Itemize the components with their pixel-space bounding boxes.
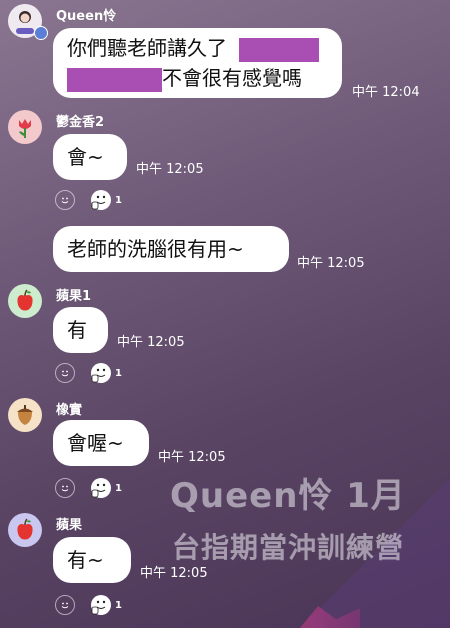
thumbs-up-sticker-icon[interactable] — [90, 477, 112, 499]
message-text: 不會很有感覺嗎 — [162, 66, 302, 90]
add-reaction-icon[interactable] — [55, 595, 75, 615]
watermark-line2: 台指期當沖訓練營 — [172, 531, 405, 564]
thumbs-up-sticker-icon[interactable] — [90, 594, 112, 616]
watermark-line1: Queen怜 1月 — [170, 476, 406, 516]
message-time: 中午 12:05 — [136, 162, 204, 177]
apple-avatar[interactable] — [8, 284, 42, 318]
message-time: 中午 12:05 — [117, 335, 185, 350]
sender-name: 鬱金香2 — [56, 115, 105, 130]
message-text: 老師的洗腦很有用~ — [67, 237, 244, 261]
apple-icon — [17, 289, 33, 311]
crown-badge-icon — [34, 26, 48, 40]
message-text: 有 — [67, 318, 87, 342]
acorn-avatar[interactable] — [8, 398, 42, 432]
add-reaction-icon[interactable] — [55, 190, 75, 210]
reaction-count: 1 — [115, 195, 122, 206]
reaction-count: 1 — [115, 483, 122, 494]
message-bubble[interactable]: 你們聽老師講久了 不會很有感覺嗎 — [53, 28, 342, 98]
redacted-block — [67, 67, 162, 92]
redacted-block — [239, 37, 319, 62]
add-reaction-icon[interactable] — [55, 478, 75, 498]
message-bubble[interactable]: 有~ — [53, 537, 131, 583]
thumbs-up-sticker-icon[interactable] — [90, 362, 112, 384]
sender-name: 橡實 — [56, 403, 83, 418]
tulip-icon — [19, 119, 31, 138]
message-time: 中午 12:04 — [352, 85, 420, 100]
add-reaction-icon[interactable] — [55, 363, 75, 383]
apple-avatar[interactable] — [8, 513, 42, 547]
reaction-count: 1 — [115, 368, 122, 379]
message-text: 你們聽老師講久了 — [67, 36, 227, 60]
sender-name: 蘋果1 — [56, 289, 92, 304]
message-bubble[interactable]: 有 — [53, 307, 108, 353]
message-text: 會喔~ — [67, 431, 124, 455]
tulip-avatar[interactable] — [8, 110, 42, 144]
message-bubble[interactable]: 會喔~ — [53, 420, 149, 466]
apple-icon — [17, 518, 33, 540]
message-time: 中午 12:05 — [297, 256, 365, 271]
sender-name: Queen怜 — [56, 9, 117, 24]
acorn-icon — [17, 405, 33, 425]
sender-name: 蘋果 — [56, 518, 83, 533]
message-bubble[interactable]: 老師的洗腦很有用~ — [53, 226, 289, 272]
reaction-count: 1 — [115, 600, 122, 611]
message-time: 中午 12:05 — [158, 450, 226, 465]
message-text: 有~ — [67, 548, 104, 572]
thumbs-up-sticker-icon[interactable] — [90, 189, 112, 211]
message-bubble[interactable]: 會~ — [53, 134, 127, 180]
message-text: 會~ — [67, 145, 104, 169]
